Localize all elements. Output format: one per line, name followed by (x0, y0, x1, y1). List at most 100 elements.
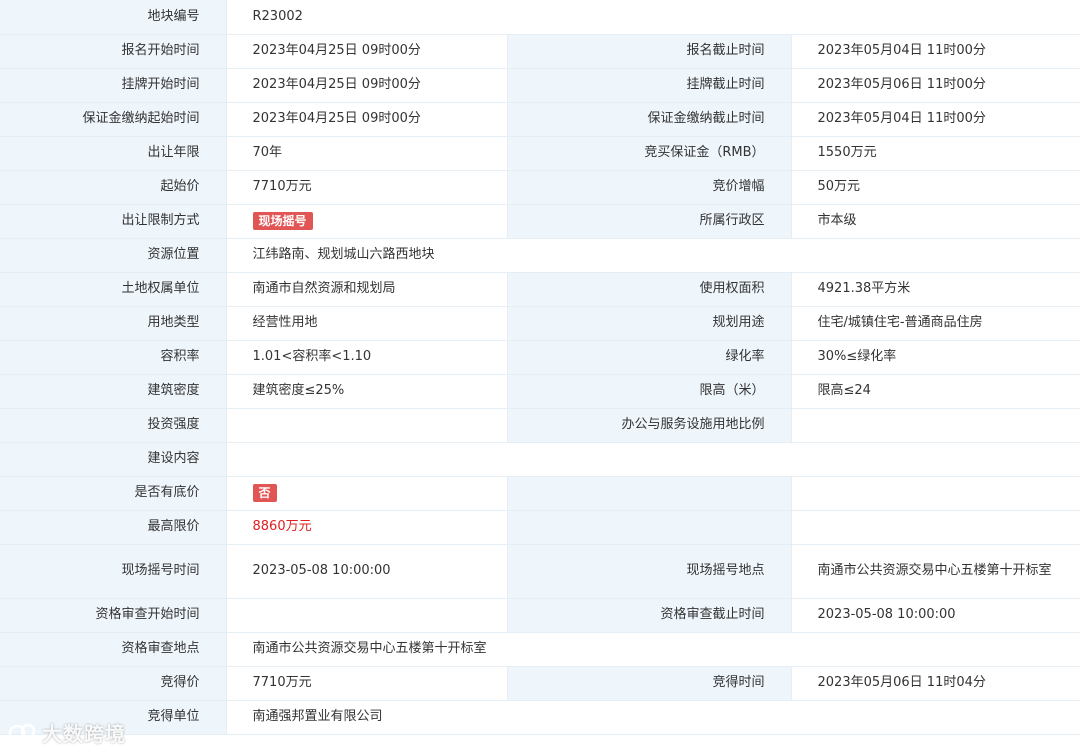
label-bid-deposit: 竞买保证金（RMB） (507, 136, 792, 171)
value-registration-end: 2023年05月04日 11时00分 (791, 34, 1080, 69)
row-density: 建筑密度 建筑密度≤25% 限高（米） 限高≤24 (0, 374, 1080, 409)
label-district: 所属行政区 (507, 204, 792, 239)
value-green-ratio: 30%≤绿化率 (791, 340, 1080, 375)
value-registration-start: 2023年04月25日 09时00分 (226, 34, 508, 69)
label-investment-intensity: 投资强度 (0, 408, 227, 443)
row-winning: 竞得价 7710万元 竞得时间 2023年05月06日 11时04分 (0, 666, 1080, 701)
label-height-limit: 限高（米） (507, 374, 792, 409)
value-winning-time: 2023年05月06日 11时04分 (791, 666, 1080, 701)
label-qualification-end: 资格审查截止时间 (507, 598, 792, 633)
row-restriction: 出让限制方式 现场摇号 所属行政区 市本级 (0, 204, 1080, 239)
label-land-owner: 土地权属单位 (0, 272, 227, 307)
row-winner: 竞得单位 南通强邦置业有限公司 (0, 700, 1080, 735)
value-transfer-term: 70年 (226, 136, 508, 171)
label-location: 资源位置 (0, 238, 227, 273)
label-building-density: 建筑密度 (0, 374, 227, 409)
label-use-area: 使用权面积 (507, 272, 792, 307)
label-max-price: 最高限价 (0, 510, 227, 545)
value-empty-1 (791, 476, 1080, 511)
label-registration-start: 报名开始时间 (0, 34, 227, 69)
value-plot-ratio: 1.01<容积率<1.10 (226, 340, 508, 375)
label-deposit-end: 保证金缴纳截止时间 (507, 102, 792, 137)
value-building-density: 建筑密度≤25% (226, 374, 508, 409)
row-location: 资源位置 江纬路南、规划城山六路西地块 (0, 238, 1080, 273)
row-qualification-location: 资格审查地点 南通市公共资源交易中心五楼第十开标室 (0, 632, 1080, 667)
value-plot-number: R23002 (226, 0, 1080, 35)
value-office-ratio (791, 408, 1080, 443)
value-restriction-method: 现场摇号 (226, 204, 508, 239)
label-reserve-price: 是否有底价 (0, 476, 227, 511)
value-deposit-end: 2023年05月04日 11时00分 (791, 102, 1080, 137)
label-bid-increment: 竞价增幅 (507, 170, 792, 205)
label-registration-end: 报名截止时间 (507, 34, 792, 69)
label-planned-use: 规划用途 (507, 306, 792, 341)
land-info-table: 地块编号 R23002 报名开始时间 2023年04月25日 09时00分 报名… (0, 0, 1080, 735)
value-starting-price: 7710万元 (226, 170, 508, 205)
watermark-text: 大数跨境 (42, 722, 126, 746)
value-district: 市本级 (791, 204, 1080, 239)
label-plot-ratio: 容积率 (0, 340, 227, 375)
label-office-ratio: 办公与服务设施用地比例 (507, 408, 792, 443)
row-land-type: 用地类型 经营性用地 规划用途 住宅/城镇住宅-普通商品住房 (0, 306, 1080, 341)
value-deposit-start: 2023年04月25日 09时00分 (226, 102, 508, 137)
value-construction-content (226, 442, 1080, 477)
value-land-owner: 南通市自然资源和规划局 (226, 272, 508, 307)
no-tag: 否 (252, 483, 277, 502)
value-listing-start: 2023年04月25日 09时00分 (226, 68, 508, 103)
label-transfer-term: 出让年限 (0, 136, 227, 171)
label-qualification-start: 资格审查开始时间 (0, 598, 227, 633)
value-lottery-time: 2023-05-08 10:00:00 (226, 544, 508, 599)
row-price: 起始价 7710万元 竞价增幅 50万元 (0, 170, 1080, 205)
label-empty-1 (507, 476, 792, 511)
row-owner-area: 土地权属单位 南通市自然资源和规划局 使用权面积 4921.38平方米 (0, 272, 1080, 307)
value-reserve-price: 否 (226, 476, 508, 511)
row-qualification: 资格审查开始时间 资格审查截止时间 2023-05-08 10:00:00 (0, 598, 1080, 633)
row-lottery: 现场摇号时间 2023-05-08 10:00:00 现场摇号地点 南通市公共资… (0, 544, 1080, 599)
value-lottery-location: 南通市公共资源交易中心五楼第十开标室 (791, 544, 1080, 599)
lottery-tag: 现场摇号 (252, 211, 313, 230)
label-land-type: 用地类型 (0, 306, 227, 341)
value-listing-end: 2023年05月06日 11时00分 (791, 68, 1080, 103)
watermark: 大数跨境 (8, 718, 126, 747)
row-deposit-time: 保证金缴纳起始时间 2023年04月25日 09时00分 保证金缴纳截止时间 2… (0, 102, 1080, 137)
value-qualification-end: 2023-05-08 10:00:00 (791, 598, 1080, 633)
label-qualification-location: 资格审查地点 (0, 632, 227, 667)
label-plot-number: 地块编号 (0, 0, 227, 35)
value-investment-intensity (226, 408, 508, 443)
value-qualification-start (226, 598, 508, 633)
value-bid-deposit: 1550万元 (791, 136, 1080, 171)
row-max-price: 最高限价 8860万元 (0, 510, 1080, 545)
row-plot-ratio: 容积率 1.01<容积率<1.10 绿化率 30%≤绿化率 (0, 340, 1080, 375)
label-construction-content: 建设内容 (0, 442, 227, 477)
value-winning-price: 7710万元 (226, 666, 508, 701)
label-winning-time: 竞得时间 (507, 666, 792, 701)
row-term-deposit: 出让年限 70年 竞买保证金（RMB） 1550万元 (0, 136, 1080, 171)
row-investment: 投资强度 办公与服务设施用地比例 (0, 408, 1080, 443)
row-registration: 报名开始时间 2023年04月25日 09时00分 报名截止时间 2023年05… (0, 34, 1080, 69)
label-winning-price: 竞得价 (0, 666, 227, 701)
label-restriction-method: 出让限制方式 (0, 204, 227, 239)
label-empty-2 (507, 510, 792, 545)
logo-icon (8, 723, 36, 741)
row-construction: 建设内容 (0, 442, 1080, 477)
value-land-type: 经营性用地 (226, 306, 508, 341)
value-height-limit: 限高≤24 (791, 374, 1080, 409)
value-bid-increment: 50万元 (791, 170, 1080, 205)
value-planned-use: 住宅/城镇住宅-普通商品住房 (791, 306, 1080, 341)
value-use-area: 4921.38平方米 (791, 272, 1080, 307)
label-listing-start: 挂牌开始时间 (0, 68, 227, 103)
value-max-price: 8860万元 (226, 510, 508, 545)
label-lottery-location: 现场摇号地点 (507, 544, 792, 599)
row-reserve-price: 是否有底价 否 (0, 476, 1080, 511)
row-plot-number: 地块编号 R23002 (0, 0, 1080, 35)
row-listing: 挂牌开始时间 2023年04月25日 09时00分 挂牌截止时间 2023年05… (0, 68, 1080, 103)
value-location: 江纬路南、规划城山六路西地块 (226, 238, 1080, 273)
value-qualification-location: 南通市公共资源交易中心五楼第十开标室 (226, 632, 1080, 667)
label-deposit-start: 保证金缴纳起始时间 (0, 102, 227, 137)
label-listing-end: 挂牌截止时间 (507, 68, 792, 103)
value-empty-2 (791, 510, 1080, 545)
label-starting-price: 起始价 (0, 170, 227, 205)
label-lottery-time: 现场摇号时间 (0, 544, 227, 599)
value-winning-company: 南通强邦置业有限公司 (226, 700, 1080, 735)
label-green-ratio: 绿化率 (507, 340, 792, 375)
